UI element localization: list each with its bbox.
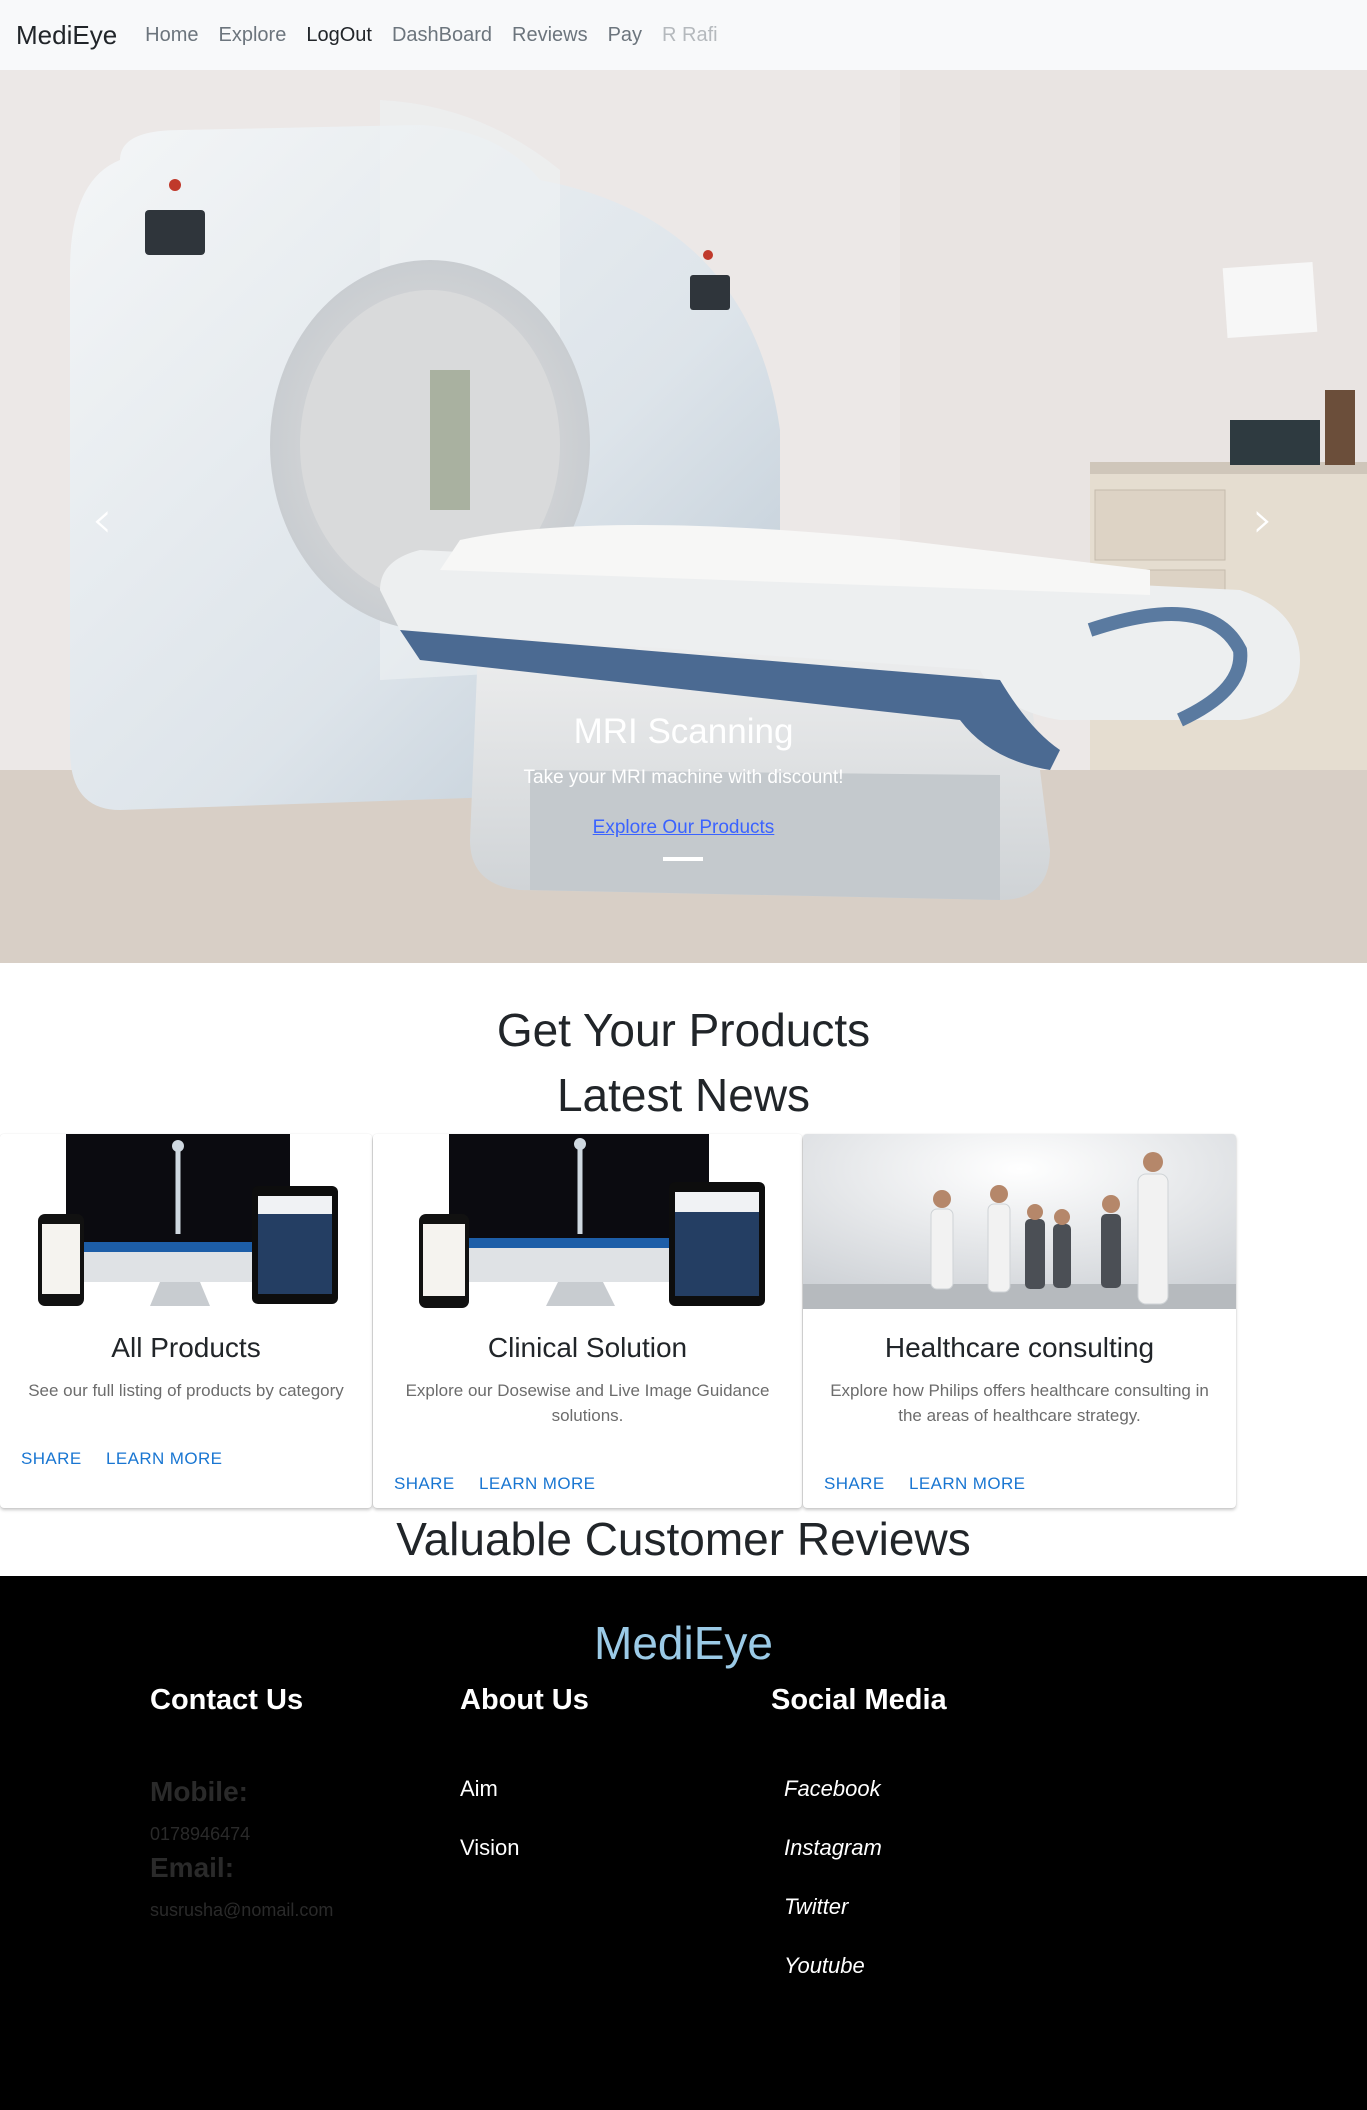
card-text: See our full listing of products by cate… [28, 1381, 344, 1400]
card-text: Explore our Dosewise and Live Image Guid… [405, 1381, 770, 1425]
nav-user-name: R Rafi [662, 23, 718, 46]
social-facebook-link[interactable]: Facebook [784, 1776, 881, 1802]
about-heading: About Us [460, 1684, 589, 1716]
card-title: Healthcare consulting [884, 1332, 1155, 1363]
nav-home[interactable]: Home [145, 24, 198, 47]
card-text: Explore how Philips offers healthcare co… [830, 1381, 1209, 1425]
hero-title: MRI Scanning [573, 712, 794, 751]
learn-more-button[interactable]: LEARN MORE [479, 1474, 595, 1494]
contact-heading: Contact Us [150, 1684, 304, 1716]
card-title: Clinical Solution [487, 1332, 688, 1363]
news-heading: Latest News [556, 1069, 811, 1121]
reviews-heading: Valuable Customer Reviews [396, 1513, 971, 1565]
carousel-indicator-active[interactable] [663, 857, 703, 861]
social-instagram-link[interactable]: Instagram [784, 1835, 882, 1861]
share-button[interactable]: SHARE [394, 1474, 455, 1494]
about-vision-link[interactable]: Vision [460, 1835, 520, 1861]
hero-explore-link-label[interactable]: Explore Our Products [593, 817, 775, 838]
hero-carousel: ‹ › MRI Scanning Take your MRI machine w… [0, 70, 1367, 963]
nav-reviews[interactable]: Reviews [512, 24, 588, 47]
share-button[interactable]: SHARE [21, 1449, 82, 1469]
card-image-doctors [803, 1134, 1236, 1309]
card-image-devices [0, 1134, 372, 1309]
mobile-value: 0178946474 [150, 1824, 251, 1844]
email-label: Email: [150, 1852, 235, 1883]
footer: MediEye Contact Us Mobile: 0178946474 Em… [0, 1576, 1367, 2110]
learn-more-button[interactable]: LEARN MORE [106, 1449, 222, 1469]
card-clinical-solution: Clinical Solution Explore our Dosewise a… [373, 1134, 802, 1508]
nav-pay[interactable]: Pay [608, 24, 642, 47]
card-healthcare-consulting: Healthcare consulting Explore how Philip… [803, 1134, 1236, 1508]
nav-dashboard[interactable]: DashBoard [392, 24, 492, 47]
social-heading: Social Media [771, 1684, 947, 1716]
nav-logout[interactable]: LogOut [306, 24, 372, 47]
card-image-devices [373, 1134, 802, 1309]
products-heading: Get Your Products [496, 1004, 871, 1056]
navbar: MediEye Home Explore LogOut DashBoard Re… [0, 0, 1367, 70]
nav-explore[interactable]: Explore [219, 24, 287, 47]
carousel-next-icon[interactable]: › [1243, 490, 1283, 550]
email-value: susrusha@nomail.com [150, 1900, 334, 1920]
footer-brand: MediEye [594, 1617, 773, 1669]
mobile-label: Mobile: [150, 1776, 248, 1807]
card-title: All Products [111, 1332, 261, 1363]
learn-more-button[interactable]: LEARN MORE [909, 1474, 1025, 1494]
carousel-prev-icon[interactable]: ‹ [82, 490, 122, 550]
social-youtube-link[interactable]: Youtube [784, 1953, 865, 1979]
hero-subtitle: Take your MRI machine with discount! [523, 767, 844, 788]
social-twitter-link[interactable]: Twitter [784, 1894, 848, 1920]
hero-explore-link[interactable]: Explore Our Products [0, 817, 1367, 839]
card-all-products: All Products See our full listing of pro… [0, 1134, 372, 1508]
about-aim-link[interactable]: Aim [460, 1776, 498, 1802]
share-button[interactable]: SHARE [824, 1474, 885, 1494]
brand-logo[interactable]: MediEye [16, 20, 117, 51]
